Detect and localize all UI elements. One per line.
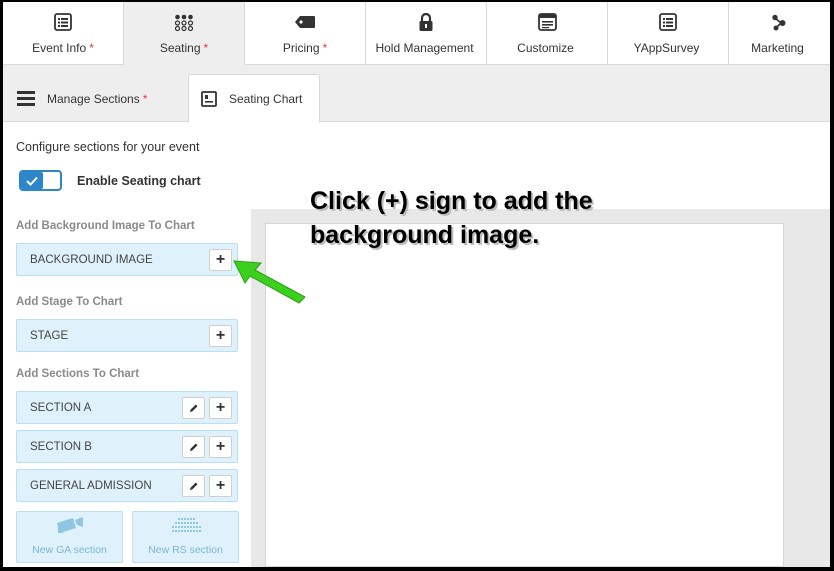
new-ga-section-button[interactable]: New GA section	[16, 511, 123, 563]
config-description: Configure sections for your event	[16, 140, 200, 154]
share-nodes-icon	[768, 12, 790, 32]
price-tag-icon	[294, 12, 316, 32]
required-marker: *	[89, 41, 94, 55]
hamburger-icon	[17, 91, 35, 106]
tab-event-info[interactable]: Event Info *	[3, 2, 124, 65]
instruction-annotation: Click (+) sign to add the background ima…	[310, 184, 593, 252]
seating-dots-icon	[173, 12, 195, 32]
pencil-icon	[189, 443, 197, 451]
green-arrow-icon	[233, 260, 306, 304]
required-marker: *	[322, 41, 328, 55]
row-label: BACKGROUND IMAGE	[30, 253, 153, 266]
sections-heading: Add Sections To Chart	[16, 368, 140, 380]
tab-pricing[interactable]: Pricing *	[245, 2, 366, 65]
tab-label: Pricing	[282, 41, 320, 55]
section-row: GENERAL ADMISSION +	[16, 469, 238, 502]
new-button-label: New GA section	[32, 544, 107, 556]
new-button-label: New RS section	[148, 544, 223, 556]
background-image-row: BACKGROUND IMAGE +	[16, 243, 238, 276]
pencil-icon	[189, 482, 197, 490]
tab-label: Seating	[159, 41, 201, 55]
section-row: SECTION B +	[16, 430, 238, 463]
tab-yappsurvey[interactable]: YAppSurvey	[608, 2, 729, 65]
tab-seating[interactable]: Seating *	[124, 2, 245, 65]
toggle-label: Enable Seating chart	[77, 174, 201, 188]
row-label: STAGE	[30, 329, 69, 342]
list-icon	[52, 12, 74, 32]
annotation-line: Click (+) sign to add the	[310, 187, 593, 215]
tab-label: Hold Management	[375, 41, 474, 55]
lock-icon	[415, 12, 437, 32]
sub-tab-label: Seating Chart	[229, 91, 303, 106]
tab-customize[interactable]: Customize	[487, 2, 608, 65]
required-marker: *	[203, 41, 209, 55]
required-marker: *	[142, 91, 148, 106]
add-section-button[interactable]: +	[209, 475, 232, 497]
chart-canvas-area	[251, 209, 830, 567]
checkmark-icon	[21, 172, 43, 189]
seating-chart-canvas[interactable]	[265, 223, 784, 567]
background-heading: Add Background Image To Chart	[16, 220, 195, 232]
row-label: SECTION A	[30, 401, 92, 414]
add-section-button[interactable]: +	[209, 436, 232, 458]
edit-section-button[interactable]	[182, 436, 205, 458]
seat-grid-icon	[169, 517, 203, 538]
new-rs-section-button[interactable]: New RS section	[132, 511, 239, 563]
pencil-icon	[189, 404, 197, 412]
row-label: GENERAL ADMISSION	[30, 479, 152, 492]
enable-seating-toggle[interactable]	[19, 170, 62, 191]
stage-row: STAGE +	[16, 319, 238, 352]
add-stage-button[interactable]: +	[209, 325, 232, 347]
top-tab-bar: Event Info * Seating * Pricing * Hold Manag…	[3, 2, 830, 65]
tab-manage-sections[interactable]: Manage Sections *	[17, 74, 177, 123]
camera-icon	[55, 515, 85, 538]
app-window: Event Info * Seating * Pricing * Hold Manag…	[3, 2, 830, 567]
row-label: SECTION B	[30, 440, 92, 453]
tab-label: Event Info	[32, 41, 87, 55]
tab-hold-management[interactable]: Hold Management	[366, 2, 487, 65]
tab-label: Customize	[517, 41, 574, 55]
chart-document-icon	[201, 90, 217, 107]
add-background-button[interactable]: +	[209, 249, 232, 271]
tab-label: YAppSurvey	[633, 41, 700, 55]
sub-tab-bar: Manage Sections * Seating Chart	[3, 65, 830, 123]
edit-section-button[interactable]	[182, 475, 205, 497]
survey-list-icon	[657, 12, 679, 32]
browser-window-icon	[536, 12, 558, 32]
tab-label: Marketing	[751, 41, 804, 55]
tab-marketing[interactable]: Marketing	[729, 2, 829, 65]
add-section-button[interactable]: +	[209, 397, 232, 419]
sub-tab-label: Manage Sections	[47, 91, 140, 106]
section-row: SECTION A +	[16, 391, 238, 424]
annotation-line: background image.	[310, 221, 540, 249]
edit-section-button[interactable]	[182, 397, 205, 419]
tab-seating-chart[interactable]: Seating Chart	[188, 74, 320, 123]
stage-heading: Add Stage To Chart	[16, 296, 123, 308]
